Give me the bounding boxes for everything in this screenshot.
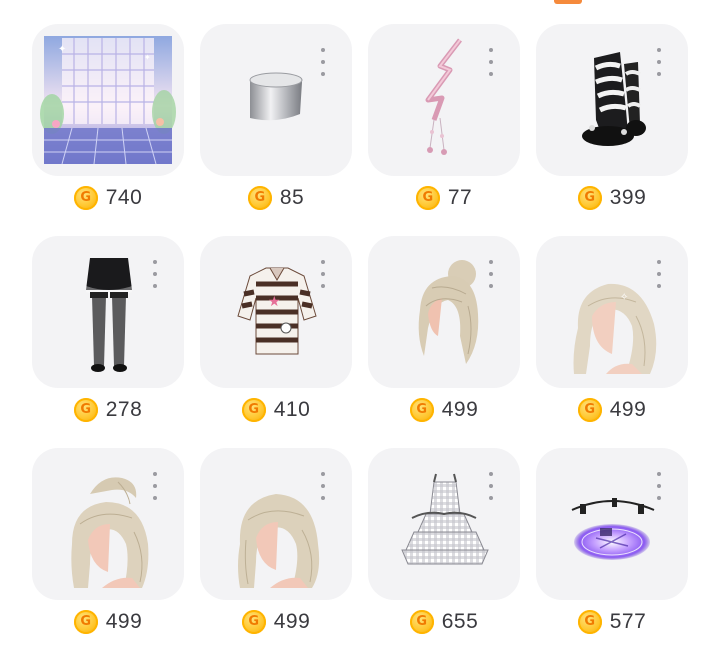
item-grid: ✦ ✦ 740 bbox=[32, 24, 688, 654]
shop-item-4[interactable]: 399 bbox=[536, 24, 688, 214]
price-row: 77 bbox=[368, 184, 520, 212]
blonde-side-hair-thumbnail: ✧ bbox=[573, 283, 657, 374]
item-card[interactable] bbox=[368, 236, 520, 388]
price-row: 499 bbox=[200, 608, 352, 636]
gingham-dress-thumbnail bbox=[401, 473, 489, 565]
silver-armband-thumbnail bbox=[249, 72, 303, 121]
price-row: 85 bbox=[200, 184, 352, 212]
price-value: 499 bbox=[441, 398, 479, 421]
svg-text:★: ★ bbox=[268, 293, 281, 309]
gold-coin-icon bbox=[415, 186, 440, 210]
blonde-updo-hair-thumbnail bbox=[71, 477, 149, 588]
price-value: 399 bbox=[609, 186, 647, 209]
gold-coin-icon bbox=[73, 610, 98, 634]
more-options-icon[interactable] bbox=[656, 472, 662, 500]
price-row: 655 bbox=[368, 608, 520, 636]
svg-text:✦: ✦ bbox=[58, 44, 66, 55]
shop-item-7[interactable]: 499 bbox=[368, 236, 520, 426]
item-card[interactable] bbox=[32, 236, 184, 388]
price-value: 278 bbox=[105, 398, 143, 421]
shop-item-2[interactable]: 85 bbox=[200, 24, 352, 214]
zebra-boots-thumbnail bbox=[582, 52, 646, 146]
gold-coin-icon bbox=[409, 398, 434, 422]
notification-badge bbox=[554, 0, 582, 4]
blonde-long-hair-thumbnail bbox=[238, 494, 320, 588]
price-value: 499 bbox=[609, 398, 647, 421]
gold-coin-icon bbox=[409, 610, 434, 634]
shop-item-3[interactable]: 77 bbox=[368, 24, 520, 214]
gold-coin-icon bbox=[241, 398, 266, 422]
svg-text:✦: ✦ bbox=[144, 53, 151, 62]
price-row: 740 bbox=[32, 184, 184, 212]
price-row: 278 bbox=[32, 396, 184, 424]
price-value: 499 bbox=[273, 610, 311, 633]
price-row: 499 bbox=[536, 396, 688, 424]
price-value: 740 bbox=[105, 186, 143, 209]
item-card[interactable] bbox=[536, 448, 688, 600]
price-value: 577 bbox=[609, 610, 647, 633]
gold-coin-icon bbox=[73, 398, 98, 422]
price-row: 399 bbox=[536, 184, 688, 212]
item-card[interactable]: ✦ ✦ bbox=[32, 24, 184, 176]
shop-item-11[interactable]: 655 bbox=[368, 448, 520, 638]
more-options-icon[interactable] bbox=[488, 472, 494, 500]
shop-item-6[interactable]: ★ 410 bbox=[200, 236, 352, 426]
item-card[interactable] bbox=[368, 24, 520, 176]
price-row: 499 bbox=[368, 396, 520, 424]
item-card[interactable]: ★ bbox=[200, 236, 352, 388]
blonde-bun-hair-thumbnail bbox=[418, 260, 479, 364]
more-options-icon[interactable] bbox=[488, 260, 494, 288]
more-options-icon[interactable] bbox=[320, 472, 326, 500]
more-options-icon[interactable] bbox=[656, 260, 662, 288]
shop-item-5[interactable]: 278 bbox=[32, 236, 184, 426]
item-card[interactable] bbox=[536, 24, 688, 176]
price-row: 499 bbox=[32, 608, 184, 636]
gold-coin-icon bbox=[73, 186, 98, 210]
item-card[interactable] bbox=[200, 448, 352, 600]
svg-text:✧: ✧ bbox=[620, 292, 628, 303]
gold-coin-icon bbox=[241, 610, 266, 634]
item-card[interactable]: ✧ bbox=[536, 236, 688, 388]
shop-item-10[interactable]: 499 bbox=[200, 448, 352, 638]
more-options-icon[interactable] bbox=[488, 48, 494, 76]
pink-hair-clip-thumbnail bbox=[425, 38, 462, 155]
shop-item-8[interactable]: ✧ 499 bbox=[536, 236, 688, 426]
item-card[interactable] bbox=[368, 448, 520, 600]
more-options-icon[interactable] bbox=[152, 260, 158, 288]
price-row: 577 bbox=[536, 608, 688, 636]
price-row: 410 bbox=[200, 396, 352, 424]
shop-item-9[interactable]: 499 bbox=[32, 448, 184, 638]
price-value: 655 bbox=[441, 610, 479, 633]
gold-coin-icon bbox=[577, 186, 602, 210]
window-backdrop-thumbnail: ✦ ✦ bbox=[40, 36, 176, 165]
price-value: 410 bbox=[273, 398, 311, 421]
gold-coin-icon bbox=[577, 610, 602, 634]
shop-item-1[interactable]: ✦ ✦ 740 bbox=[32, 24, 184, 214]
price-value: 85 bbox=[279, 186, 305, 209]
item-card[interactable] bbox=[32, 448, 184, 600]
more-options-icon[interactable] bbox=[320, 260, 326, 288]
more-options-icon[interactable] bbox=[656, 48, 662, 76]
item-card[interactable] bbox=[200, 24, 352, 176]
black-skirt-stockings-thumbnail bbox=[86, 258, 132, 372]
price-value: 77 bbox=[447, 186, 473, 209]
shop-item-12[interactable]: 577 bbox=[536, 448, 688, 638]
gold-coin-icon bbox=[247, 186, 272, 210]
more-options-icon[interactable] bbox=[320, 48, 326, 76]
more-options-icon[interactable] bbox=[152, 472, 158, 500]
gold-coin-icon bbox=[577, 398, 602, 422]
price-value: 499 bbox=[105, 610, 143, 633]
striped-sweater-thumbnail: ★ bbox=[237, 267, 317, 355]
purple-magic-circle-thumbnail bbox=[571, 498, 655, 560]
